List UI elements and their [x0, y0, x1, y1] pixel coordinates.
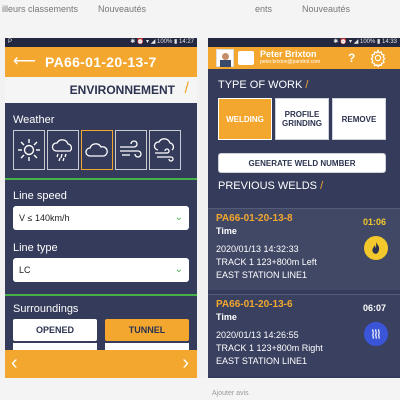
company-logo — [238, 51, 254, 65]
app-header: ⟵ PA66-01-20-13-7 — [5, 47, 197, 77]
user-header: Peter Brixton peter.brixton@pandrol.com … — [208, 47, 400, 69]
avatar[interactable] — [216, 49, 234, 67]
line-speed-label: Line speed — [13, 190, 67, 202]
section-banner: ENVIRONNEMENT / — [5, 77, 197, 103]
help-icon[interactable]: ? — [348, 51, 355, 65]
weld-list-item[interactable]: PA66-01-20-13-6 Time 06:07 2020/01/13 14… — [208, 294, 400, 376]
weather-option-rain[interactable] — [47, 130, 79, 170]
nav-footer: ‹ › — [5, 350, 197, 378]
weld-code: PA66-01-20-13-6 — [216, 299, 293, 310]
cloud-icon — [85, 143, 108, 157]
chevron-down-icon: ⌄ — [174, 264, 183, 275]
bg-tab-nouveautes-2[interactable]: Nouveautés — [302, 4, 350, 14]
section-title: ENVIRONNEMENT — [69, 83, 175, 97]
status-bar: P ✱ ⏰ ▾ ◢ 100% ▮ 14:27 — [5, 38, 197, 47]
time-label: Time — [216, 312, 237, 322]
chevron-down-icon: ⌄ — [174, 212, 183, 223]
weather-label: Weather — [13, 114, 55, 126]
bg-tab-classements[interactable]: illeurs classements — [2, 4, 78, 14]
weld-datetime: 2020/01/13 14:32:33 — [216, 244, 299, 254]
profile-grinding-button[interactable]: PROFILE GRINDING — [275, 98, 329, 140]
flame-icon — [364, 236, 388, 260]
type-of-work-title: TYPE OF WORK / — [218, 79, 309, 91]
previous-welds-title: PREVIOUS WELDS / — [218, 180, 324, 192]
more-options-row — [105, 343, 189, 350]
bg-tab-ents[interactable]: ents — [255, 4, 272, 14]
tunnel-button[interactable]: TUNNEL — [105, 319, 189, 341]
weather-option-storm[interactable] — [149, 130, 181, 170]
line-speed-select[interactable]: V ≤ 140km/h ⌄ — [13, 206, 189, 230]
weld-duration: 01:06 — [362, 217, 386, 227]
divider — [5, 294, 197, 296]
weather-option-sun[interactable] — [13, 130, 45, 170]
status-right: ✱ ⏰ ▾ ◢ 100% ▮ 14:27 — [130, 39, 194, 45]
rain-cloud-icon — [51, 139, 73, 162]
weld-code: PA66-01-20-13-8 — [216, 213, 293, 224]
gear-icon[interactable] — [369, 49, 387, 72]
welding-button[interactable]: WELDING — [218, 98, 272, 140]
weld-list-item[interactable]: PA66-01-20-13-8 Time 01:06 2020/01/13 14… — [208, 208, 400, 290]
line-speed-value: V ≤ 140km/h — [19, 213, 70, 223]
weld-duration: 06:07 — [362, 303, 386, 313]
chevron-right-icon[interactable]: › — [182, 352, 189, 375]
user-name: Peter Brixton — [260, 49, 317, 59]
remove-button[interactable]: REMOVE — [332, 98, 386, 140]
user-email: peter.brixton@pandrol.com — [260, 59, 321, 65]
line-type-value: LC — [19, 265, 31, 275]
weld-station: EAST STATION LINE1 — [216, 356, 308, 366]
opened-button[interactable]: OPENED — [13, 319, 97, 341]
status-bar: ✱ ⏰ ▾ ◢ 100% ▮ 14:33 — [208, 38, 400, 47]
weather-option-wind[interactable] — [115, 130, 147, 170]
divider — [5, 178, 197, 180]
back-arrow-icon[interactable]: ⟵ — [13, 53, 36, 71]
add-review-link[interactable]: Ajouter avis — [212, 390, 249, 397]
more-options-row — [13, 343, 97, 350]
line-type-select[interactable]: LC ⌄ — [13, 258, 189, 282]
weld-number-title: PA66-01-20-13-7 — [45, 54, 157, 70]
weld-datetime: 2020/01/13 14:26:55 — [216, 330, 299, 340]
background-top-strip: illeurs classements Nouveautés ents Nouv… — [0, 0, 400, 40]
weather-option-cloud[interactable] — [81, 130, 113, 170]
generate-weld-number-button[interactable]: GENERATE WELD NUMBER — [218, 153, 386, 173]
weld-track: TRACK 1 123+800m Left — [216, 257, 317, 267]
heat-waves-icon — [364, 322, 388, 346]
environment-screen: P ✱ ⏰ ▾ ◢ 100% ▮ 14:27 ⟵ PA66-01-20-13-7… — [5, 38, 197, 378]
background-bottom-strip: Ajouter avis — [0, 378, 400, 400]
time-label: Time — [216, 226, 237, 236]
status-left: P — [8, 39, 13, 45]
weld-station: EAST STATION LINE1 — [216, 270, 308, 280]
line-type-label: Line type — [13, 242, 58, 254]
surroundings-label: Surroundings — [13, 303, 79, 315]
slash-decoration: / — [184, 80, 189, 97]
status-right: ✱ ⏰ ▾ ◢ 100% ▮ 14:33 — [333, 39, 397, 45]
weld-list-screen: ✱ ⏰ ▾ ◢ 100% ▮ 14:33 Peter Brixton peter… — [208, 38, 400, 378]
bg-tab-nouveautes[interactable]: Nouveautés — [98, 4, 146, 14]
weld-track: TRACK 1 123+800m Right — [216, 343, 323, 353]
wind-icon — [120, 140, 142, 158]
storm-icon — [153, 138, 175, 162]
chevron-left-icon[interactable]: ‹ — [11, 352, 18, 375]
weather-options — [13, 130, 181, 170]
sun-icon — [18, 139, 40, 161]
